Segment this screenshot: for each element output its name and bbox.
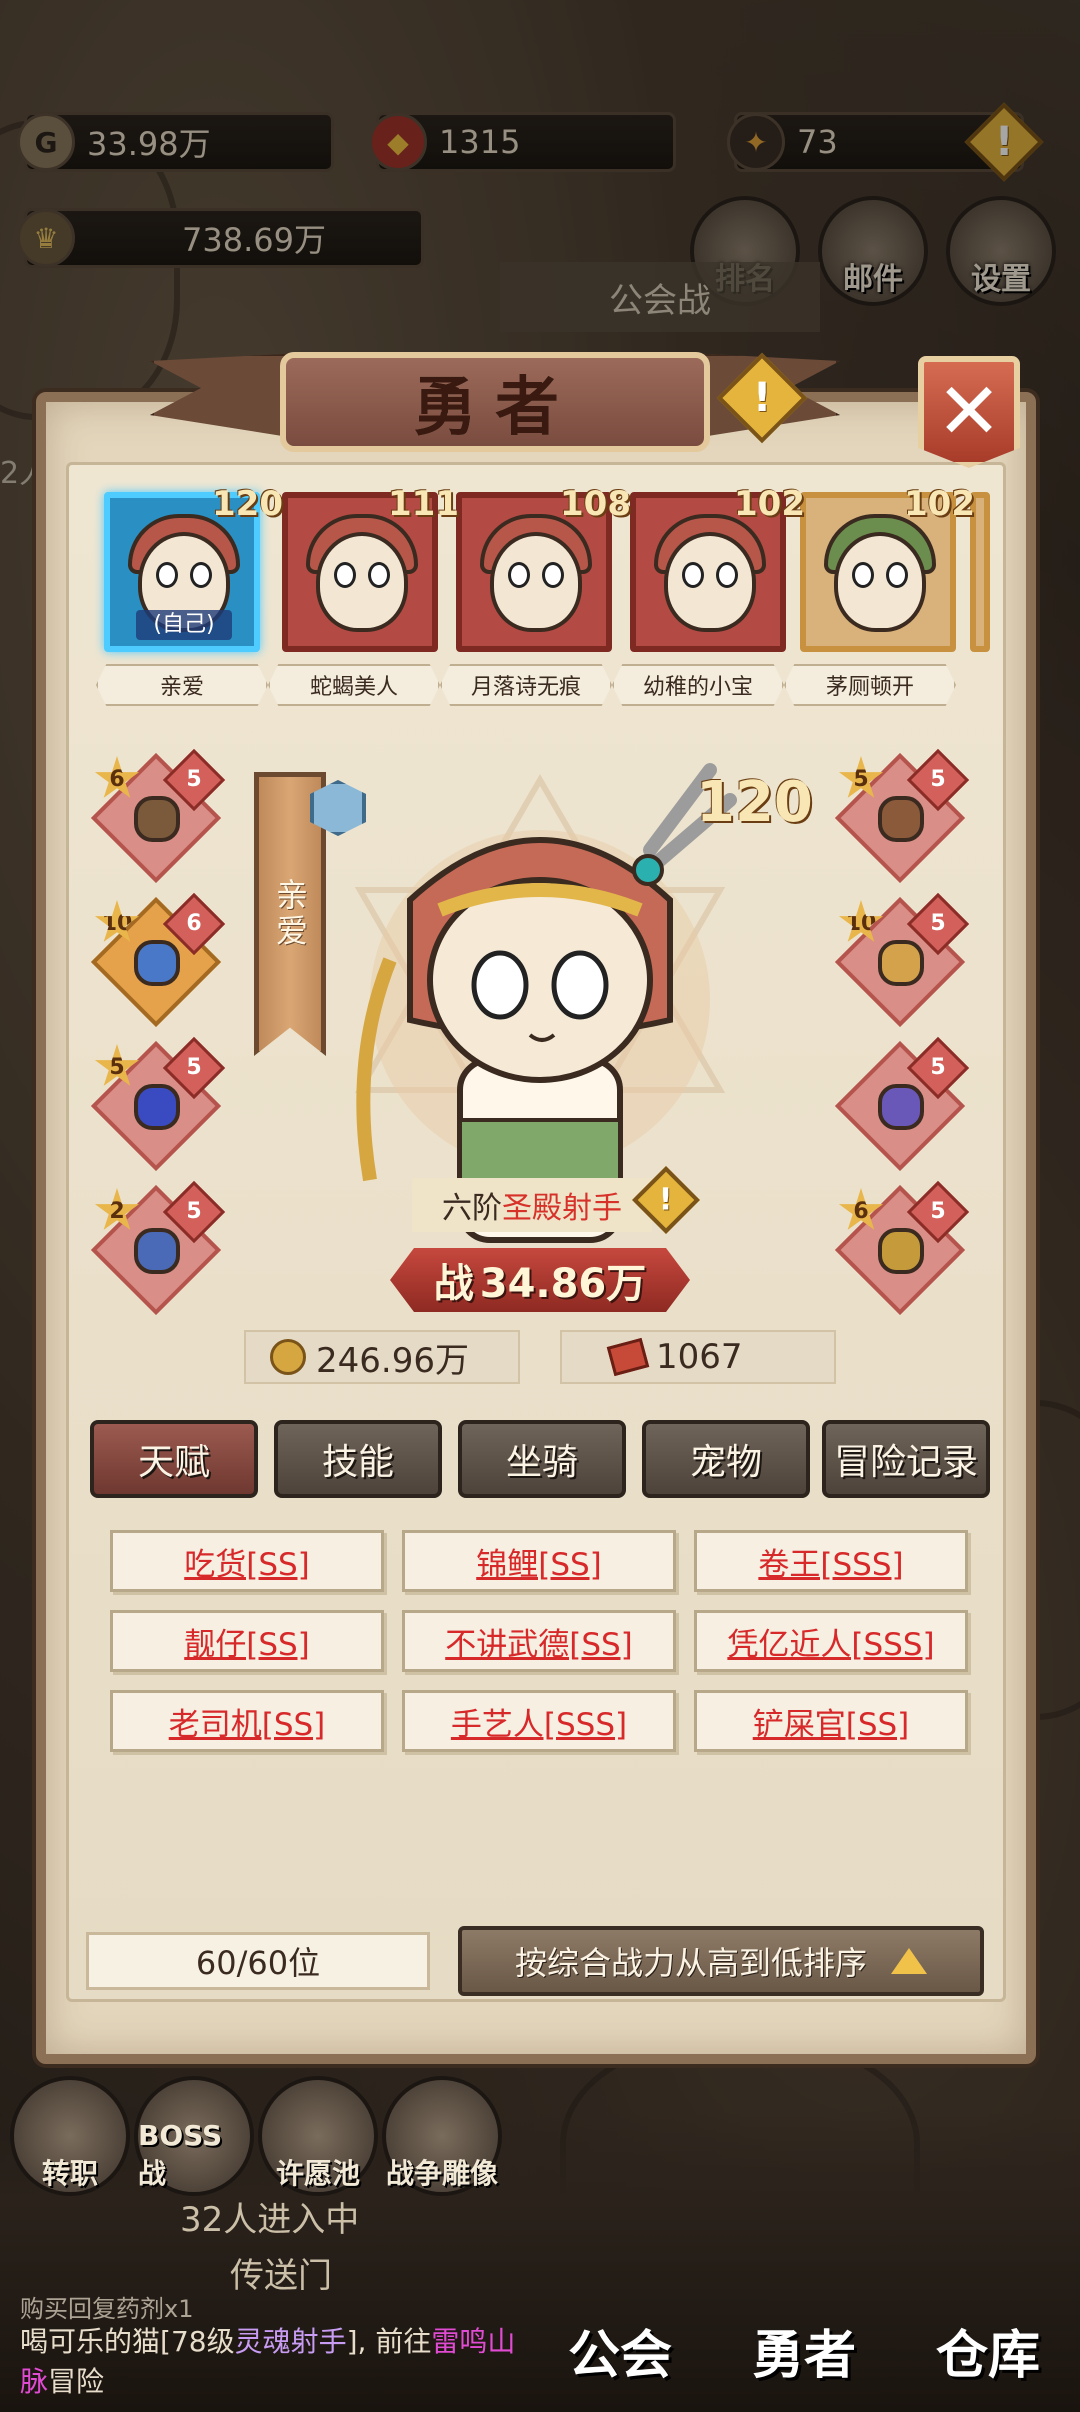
equipment-slot[interactable]: 25 (90, 1180, 226, 1316)
power-prefix: 战 (433, 1261, 474, 1307)
modal-title: 勇者 (280, 352, 710, 452)
hero-gold-value: 246.96万 (316, 1340, 469, 1381)
tab-guild[interactable]: 公会 (568, 2313, 672, 2388)
hero-ticket-stat: 1067 (560, 1330, 836, 1384)
talent-item[interactable]: 锦鲤[SS] (402, 1530, 676, 1592)
rank-prefix: 六阶 (442, 1191, 502, 1226)
tab-heroes[interactable]: 勇者 (752, 2313, 856, 2388)
teleport-label[interactable]: 传送门 (230, 2248, 332, 2297)
tab-pet[interactable]: 宠物 (642, 1420, 810, 1498)
cloak-icon (134, 1084, 180, 1130)
talent-item[interactable]: 吃货[SS] (110, 1530, 384, 1592)
hero-level: 111 (388, 484, 459, 524)
war-statue-button[interactable]: 战争雕像 (382, 2076, 502, 2196)
title-header: 勇者 ! (150, 332, 840, 462)
hero-name: 茅厕顿开 (784, 664, 956, 706)
tab-mount[interactable]: 坐骑 (458, 1420, 626, 1498)
combat-power: 战 34.86万 (390, 1248, 690, 1312)
tab-warehouse[interactable]: 仓库 (936, 2313, 1040, 2388)
equipment-slot[interactable]: 5 (834, 1036, 970, 1172)
hero-ticket-value: 1067 (656, 1337, 743, 1377)
boots-icon (134, 1228, 180, 1274)
tab-adventure-log[interactable]: 冒险记录 (822, 1420, 990, 1498)
ticket-icon (606, 1337, 650, 1377)
chat-line: 购买回复药剂x1 (20, 2295, 194, 2323)
tab-skill[interactable]: 技能 (274, 1420, 442, 1498)
self-tag: (自己) (136, 610, 232, 640)
power-value: 34.86万 (479, 1261, 647, 1307)
class-label: 六阶 圣殿射手 (412, 1178, 652, 1232)
hero-level: 102 (734, 484, 805, 524)
teleport-count: 32人进入中 (180, 2200, 360, 2240)
class-name: 圣殿射手 (502, 1191, 622, 1226)
hero-gold-stat: 246.96万 (244, 1330, 520, 1384)
tab-talent[interactable]: 天赋 (90, 1420, 258, 1498)
coin-icon (270, 1339, 306, 1375)
chat-feed[interactable]: 购买回复药剂x1 喝可乐的猫[78级灵魂射手], 前往雷鸣山脉冒险 (20, 2296, 520, 2402)
armor-icon (134, 940, 180, 986)
talent-item[interactable]: 老司机[SS] (110, 1690, 384, 1752)
necklace-icon (878, 796, 924, 842)
staff-icon (878, 1228, 924, 1274)
equipment-slot[interactable]: 55 (90, 1036, 226, 1172)
wings-icon (878, 1084, 924, 1130)
hero-level: 108 (560, 484, 631, 524)
detail-level: 120 (696, 770, 813, 835)
hero-name: 月落诗无痕 (440, 664, 612, 706)
talent-item[interactable]: 卷王[SSS] (694, 1530, 968, 1592)
hero-count: 60/60位 (86, 1932, 430, 1990)
hero-level: 120 (212, 484, 283, 524)
talent-item[interactable]: 靓仔[SS] (110, 1610, 384, 1672)
talent-item[interactable]: 铲屎官[SS] (694, 1690, 968, 1752)
talent-item[interactable]: 凭亿近人[SSS] (694, 1610, 968, 1672)
boss-battle-button[interactable]: BOSS战 (134, 2076, 254, 2196)
equipment-slot[interactable]: 10 6 (90, 892, 226, 1028)
equipment-slot[interactable]: 65 (90, 748, 226, 884)
sort-button[interactable]: 按综合战力从高到低排序 (458, 1926, 984, 1996)
crossbow-icon (134, 796, 180, 842)
equipment-slot[interactable]: 10 5 (834, 892, 970, 1028)
hero-level: 102 (904, 484, 975, 524)
close-button[interactable]: ✕ (918, 356, 1020, 468)
talent-item[interactable]: 不讲武德[SS] (402, 1610, 676, 1672)
equipment-slot[interactable]: 65 (834, 1180, 970, 1316)
talent-item[interactable]: 手艺人[SSS] (402, 1690, 676, 1752)
hero-name: 蛇蝎美人 (268, 664, 440, 706)
sort-label: 按综合战力从高到低排序 (514, 1944, 867, 1982)
job-change-button[interactable]: 转职 (10, 2076, 130, 2196)
bracelet-icon (878, 940, 924, 986)
equipment-slot[interactable]: 55 (834, 748, 970, 884)
chat-line: 喝可乐的猫[78级灵魂射手], 前往雷鸣山脉冒险 (20, 2325, 516, 2398)
arrow-up-icon (891, 1948, 927, 1974)
hero-name: 幼稚的小宝 (612, 664, 784, 706)
hero-name: 亲爱 (96, 664, 268, 706)
wish-pool-button[interactable]: 许愿池 (258, 2076, 378, 2196)
